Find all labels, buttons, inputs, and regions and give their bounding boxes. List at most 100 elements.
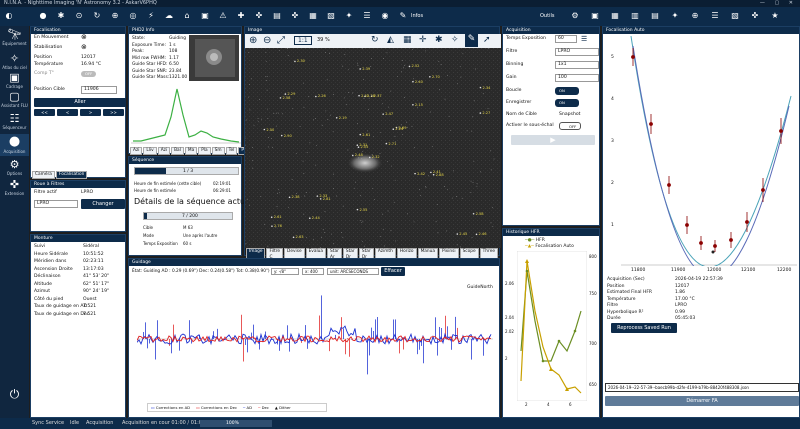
phd-tab-pla[interactable]: Pla (198, 147, 211, 155)
acq-save-toggle[interactable]: ON (555, 99, 579, 107)
phd-tab-azi2[interactable]: Azi (157, 147, 171, 155)
grid-overlay-icon[interactable]: ▦ (403, 35, 412, 45)
tools-label[interactable]: Outils (540, 13, 554, 19)
sidebar-item-equipment[interactable]: 🔭︎ Équipement (0, 28, 29, 46)
focuser-step-right-far[interactable]: >> (103, 109, 124, 116)
tab-focuser[interactable]: Focalisation (55, 171, 88, 179)
zoom-in-icon[interactable]: ⊕ (249, 35, 257, 46)
acq-filter-select[interactable]: LPRO (555, 48, 599, 56)
sidebar-item-flat[interactable]: ▢ Assistant FLU (0, 90, 29, 108)
focuser-step-left[interactable]: < (57, 109, 78, 116)
weather-icon[interactable]: ☁ (164, 11, 174, 21)
rotator-icon[interactable]: ↻ (92, 11, 102, 21)
chart-icon[interactable]: ▤ (272, 11, 282, 21)
af-row-value: 12017 (675, 283, 690, 289)
focuser-position-value: 12017 (81, 55, 96, 60)
acq-stretch-toggle[interactable]: OFF (559, 122, 581, 130)
focuser-icon[interactable]: ⊙ (74, 11, 84, 21)
focuser-step-left-far[interactable]: << (34, 109, 55, 116)
list-icon[interactable]: ☰ (710, 11, 720, 21)
target-icon[interactable]: ⊕ (690, 11, 700, 21)
hfr-y-tick: 2.02 (505, 329, 514, 334)
annotate-icon[interactable]: ✧ (451, 35, 459, 45)
rotate-icon[interactable]: ↻ (371, 35, 379, 45)
grid-icon[interactable]: ▦ (610, 11, 620, 21)
stars-icon[interactable]: ✦ (344, 11, 354, 21)
calculator-icon[interactable]: ▤ (650, 11, 660, 21)
notes-icon[interactable]: ✎ (398, 11, 408, 21)
zoom-1to1-button[interactable]: 1:1 (294, 36, 312, 45)
acq-loop-toggle[interactable]: ON (555, 87, 579, 95)
acq-name-value[interactable]: Snapshot (559, 112, 580, 118)
start-autofocus-button[interactable]: Démarrer FA (605, 396, 799, 406)
filter-select[interactable]: LPRO (34, 200, 78, 208)
af-file-select[interactable]: 2026-04-19--22-57-39--baecb99b-d2fe-4199… (605, 383, 799, 392)
filter-change-button[interactable]: Changer (81, 199, 125, 209)
phd-tab-azi[interactable]: Azi (130, 147, 143, 155)
sidebar-item-extension[interactable]: ✜ Extension (0, 178, 29, 196)
guiding-unit-select[interactable]: unit: ARCSECONDS (327, 268, 379, 275)
crosshair-icon[interactable]: ✛ (419, 35, 427, 45)
guider-icon[interactable]: ◎ (128, 11, 138, 21)
acq-exposure-input[interactable]: 60 (555, 35, 577, 43)
safety-icon[interactable]: ⚠ (218, 11, 228, 21)
chart-bar-icon[interactable]: ▥ (630, 11, 640, 21)
guiding-clear-button[interactable]: Effacer (381, 267, 405, 276)
acq-binning-select[interactable]: 1x1 (555, 61, 599, 69)
fit-icon[interactable]: ⤢ (277, 35, 285, 46)
pen-icon[interactable]: ✎ (465, 34, 478, 47)
phd-tab-lliv[interactable]: Lliv (143, 147, 157, 155)
image-icon[interactable]: ▧ (326, 11, 336, 21)
guiding-y-scale-select[interactable]: y: -/8" (271, 268, 299, 275)
focuser-target-input[interactable]: 11906 (81, 86, 117, 94)
puzzle-tool-icon[interactable]: ✜ (750, 11, 760, 21)
stars-tool-icon[interactable]: ✦ (670, 11, 680, 21)
af-row-label: Hyperbolique R² (607, 309, 644, 315)
star-detect-icon[interactable]: ✱ (435, 35, 443, 45)
exposure-icon[interactable]: ☰ (581, 35, 587, 43)
info-label[interactable]: Infos (411, 13, 423, 19)
phd-tab-ma[interactable]: Ma (184, 147, 198, 155)
info-row-value: 13:17:03 (83, 266, 104, 272)
switch-icon[interactable]: ⚡ (146, 11, 156, 21)
camera-status-icon[interactable]: ● (38, 11, 48, 21)
guiding-x-scale-select[interactable]: x: 400 (302, 268, 324, 275)
screenshot-icon[interactable]: ▣ (590, 11, 600, 21)
sequence-icon[interactable]: ☰ (362, 11, 372, 21)
sidebar-item-options[interactable]: ⚙ Options (0, 158, 29, 176)
focuser-step-right[interactable]: > (80, 109, 101, 116)
dome-icon[interactable]: ⌂ (182, 11, 192, 21)
power-button[interactable]: ⏻ (0, 388, 29, 401)
flat-panel-icon[interactable]: ▣ (200, 11, 210, 21)
sidebar-item-atlas[interactable]: ✧ Atlas du ciel (0, 52, 29, 70)
puzzle-icon-2[interactable]: ✜ (290, 11, 300, 21)
filter-wheel-icon[interactable]: ✱ (56, 11, 66, 21)
focuser-go-button[interactable]: Aller (34, 98, 126, 107)
puzzle-icon[interactable]: ✜ (254, 11, 264, 21)
status-bar: Sync Service Idle Acquisition Acquisitio… (0, 418, 800, 429)
window-controls[interactable]: — ▢ ✕ (760, 0, 797, 7)
layout-icon[interactable]: ▦ (308, 11, 318, 21)
star-tool-icon[interactable]: ★ (770, 11, 780, 21)
phd-tab-sm[interactable]: Sm (211, 147, 225, 155)
phd-tab-bal[interactable]: Bal (171, 147, 184, 155)
telescope-icon[interactable]: ⊕ (110, 11, 120, 21)
aberration-icon[interactable]: ◭ (387, 35, 394, 45)
sidebar-item-acquisition[interactable]: ● Acquisition (0, 134, 29, 156)
acq-gain-input[interactable]: 100 (555, 74, 599, 82)
acq-capture-button[interactable]: ▶ (511, 135, 595, 145)
tab-camera[interactable]: Caméra (32, 171, 55, 179)
star-hfr-label: 2.27 (482, 111, 491, 116)
reprocess-button[interactable]: Reprocess Saved Run (611, 323, 677, 333)
image-tool-icon[interactable]: ▧ (730, 11, 740, 21)
plugin-icon[interactable]: ✚ (236, 11, 246, 21)
gear-icon[interactable]: ⚙ (570, 11, 580, 21)
zoom-out-icon[interactable]: ⊖ (263, 35, 271, 46)
phd-tab-tel[interactable]: Tel (225, 147, 238, 155)
sidebar-item-sequencer[interactable]: ☷ Séquenceur (0, 112, 29, 130)
star-dot (359, 68, 361, 70)
sidebar-item-framing[interactable]: ▣ Cadrage (0, 71, 29, 89)
phd-icon[interactable]: ◉ (380, 11, 390, 21)
tempcomp-toggle[interactable]: OFF (81, 71, 96, 77)
pointer-icon[interactable]: ➚ (483, 35, 491, 45)
